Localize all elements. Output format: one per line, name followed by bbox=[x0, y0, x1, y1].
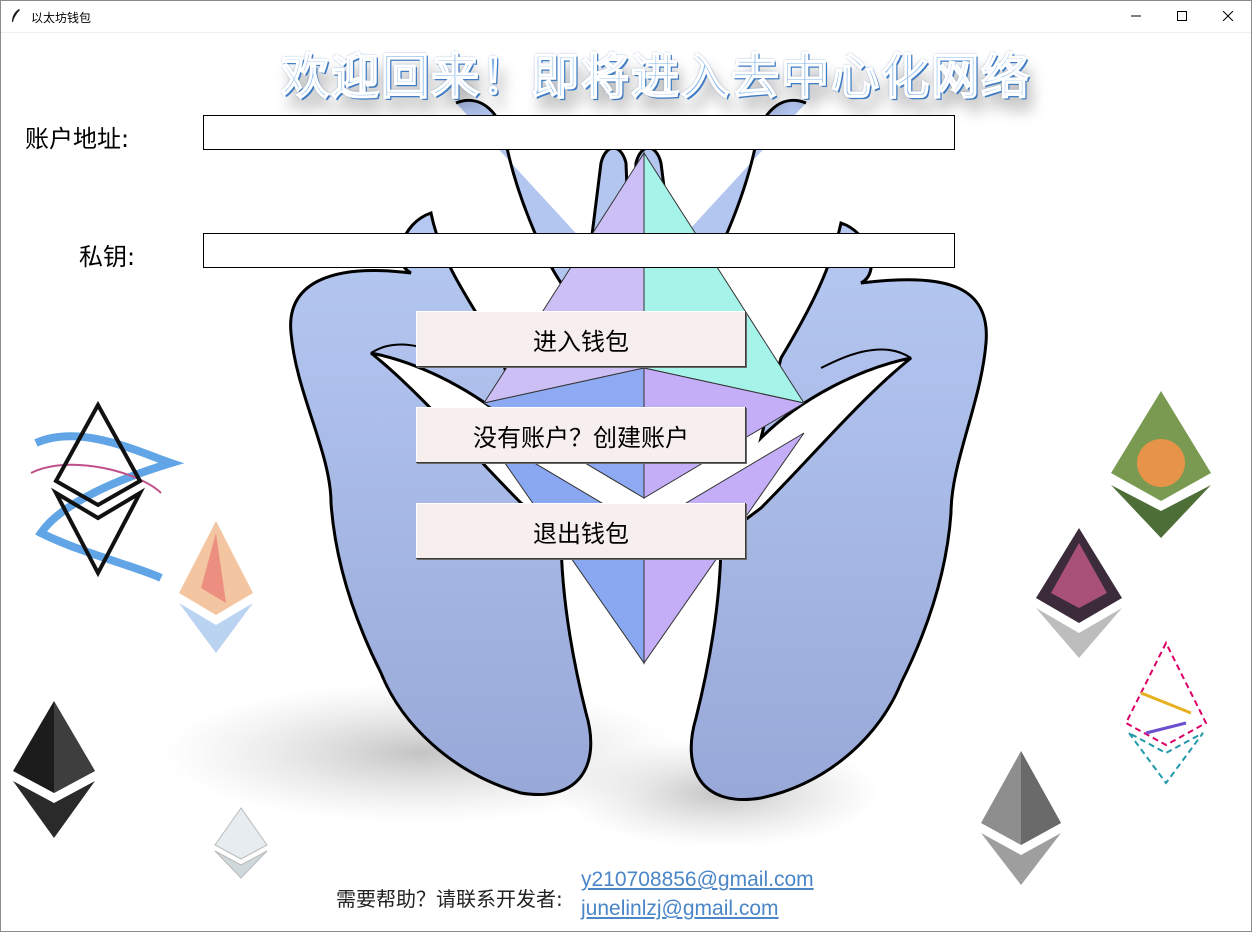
main-content: 欢迎回来！即将进入去中心化网络 账户地址: 私钥: 进入钱包 没有账户？创建账户… bbox=[1, 33, 1251, 931]
exit-wallet-button[interactable]: 退出钱包 bbox=[416, 503, 746, 559]
eth-gray-icon bbox=[981, 751, 1061, 885]
eth-pink-icon bbox=[1036, 528, 1122, 658]
minimize-icon bbox=[1131, 15, 1141, 17]
address-input[interactable] bbox=[203, 115, 955, 150]
developer-email-2[interactable]: junelinlzj@gmail.com bbox=[581, 897, 779, 921]
maximize-icon bbox=[1177, 11, 1187, 21]
close-icon bbox=[1223, 11, 1233, 21]
close-button[interactable] bbox=[1205, 1, 1251, 31]
app-window: 以太坊钱包 欢迎回来！即将进入去中心化网络 账户地址: 私钥: 进入钱包 没有账… bbox=[0, 0, 1252, 932]
background-illustration bbox=[13, 98, 1211, 885]
private-key-label: 私钥: bbox=[79, 243, 136, 271]
eth-glass-icon bbox=[214, 807, 268, 879]
eth-sketch-icon bbox=[30, 400, 185, 582]
feather-icon bbox=[12, 9, 20, 22]
developer-email-1[interactable]: y210708856@gmail.com bbox=[581, 868, 814, 892]
eth-dark-icon bbox=[13, 701, 95, 838]
help-text: 需要帮助？请联系开发者: bbox=[336, 887, 563, 911]
window-title: 以太坊钱包 bbox=[31, 11, 92, 25]
title-bar[interactable]: 以太坊钱包 bbox=[1, 1, 1251, 33]
minimize-button[interactable] bbox=[1113, 1, 1159, 31]
address-label: 账户地址: bbox=[25, 125, 130, 153]
welcome-banner: 欢迎回来！即将进入去中心化网络 bbox=[280, 48, 1032, 106]
create-account-button[interactable]: 没有账户？创建账户 bbox=[416, 407, 746, 463]
private-key-input[interactable] bbox=[203, 233, 955, 268]
maximize-button[interactable] bbox=[1159, 1, 1205, 31]
eth-watercolor-icon bbox=[179, 521, 253, 653]
eth-colorful-icon bbox=[1124, 640, 1208, 785]
enter-wallet-button[interactable]: 进入钱包 bbox=[416, 311, 746, 367]
eth-mosaic-icon bbox=[1111, 391, 1211, 538]
